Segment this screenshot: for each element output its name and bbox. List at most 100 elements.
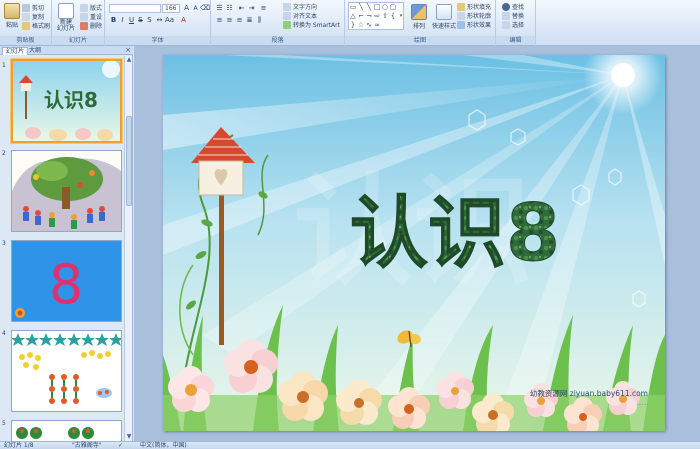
text-direction-button[interactable]: 文字方向 <box>283 2 317 11</box>
paste-label: 粘贴 <box>5 22 18 29</box>
slide-canvas[interactable]: 认识 认识8 幼教资源网 ziyuan.baby611.com ...... <box>163 55 665 431</box>
bold-button[interactable]: B <box>109 16 118 25</box>
shrink-font-button[interactable]: A <box>191 4 200 13</box>
align-left-button[interactable]: ≡ <box>215 16 224 25</box>
new-slide-button[interactable]: 新建 幻灯片 <box>55 3 77 32</box>
shape-curve-icon[interactable]: ∿ <box>365 21 373 29</box>
paste-icon <box>4 3 20 19</box>
thumb5-art <box>12 421 121 441</box>
strikethrough-button[interactable]: S <box>136 16 145 25</box>
smartart-button[interactable]: 转换为 SmartArt <box>283 20 340 29</box>
align-center-button[interactable]: ≡ <box>225 16 234 25</box>
arrange-label: 排列 <box>412 23 425 30</box>
shape-oval-icon[interactable]: ○ <box>381 3 389 11</box>
cursor-icon <box>502 20 510 29</box>
thumb-number-2: 2 <box>2 150 6 157</box>
scroll-down-icon[interactable]: ▼ <box>125 433 133 441</box>
increase-indent-button[interactable]: ⇥ <box>247 4 256 13</box>
columns-button[interactable]: ⫼ <box>255 16 264 25</box>
thumbnail-scrollbar[interactable]: ▲ ▼ <box>124 56 132 441</box>
shape-arrow-right-icon[interactable]: ⇨ <box>373 12 381 20</box>
shape-star-icon[interactable]: ☆ <box>357 21 365 29</box>
font-color-button[interactable]: A <box>179 16 188 25</box>
shape-line-icon[interactable]: ╲ <box>357 3 365 11</box>
clear-format-button[interactable]: ⌫ <box>200 4 210 13</box>
align-right-button[interactable]: ≡ <box>235 16 244 25</box>
editing-group: 查找 替换 选择 编辑 <box>496 0 536 46</box>
slide-thumbnail-5[interactable] <box>11 420 122 441</box>
copy-button[interactable]: 复制 <box>22 12 44 21</box>
slide-thumbnail-2[interactable] <box>11 150 122 232</box>
shape-outline-label: 形状轮廓 <box>467 13 492 20</box>
slide-counter: 幻灯片 1/8 <box>4 442 34 449</box>
shape-rounded-icon[interactable]: ▢ <box>389 3 397 11</box>
text-direction-label: 文字方向 <box>293 4 318 11</box>
shape-elbow-icon[interactable]: ⌐ <box>357 12 365 20</box>
shape-triangle-icon[interactable]: △ <box>349 12 357 20</box>
spellcheck-icon[interactable]: ✓ <box>118 442 123 449</box>
tab-outline[interactable]: 大纲 <box>26 47 44 55</box>
arrange-button[interactable]: 排列 <box>409 4 429 30</box>
reset-button[interactable]: 重设 <box>80 12 102 21</box>
shape-arrow-up-icon[interactable]: ⇧ <box>381 12 389 20</box>
line-spacing-button[interactable]: ≡ <box>259 4 268 13</box>
shape-rect-icon[interactable]: ▭ <box>349 3 357 11</box>
align-text-button[interactable]: 对齐文本 <box>283 11 317 20</box>
slides-group-label: 幻灯片 <box>52 36 104 45</box>
reset-icon <box>80 12 88 21</box>
find-button[interactable]: 查找 <box>502 2 524 11</box>
scroll-thumb[interactable] <box>126 116 132 206</box>
shape-brace2-icon[interactable]: } <box>349 21 357 29</box>
close-icon[interactable]: × <box>125 46 131 55</box>
paragraph-group: ☰ ☷ ⇤ ⇥ ≡ ≡ ≡ ≡ ≣ ⫼ 文字方向 对齐文本 转换为 SmartA… <box>211 0 345 46</box>
italic-button[interactable]: I <box>118 16 127 25</box>
clipboard-group-label: 剪贴板 <box>0 36 51 45</box>
theme-name: "古雅阁寺" <box>72 442 102 449</box>
find-label: 查找 <box>512 4 525 11</box>
text-direction-icon <box>283 2 291 11</box>
spacing-button[interactable]: ↔ <box>155 16 164 25</box>
shape-rect2-icon[interactable]: □ <box>373 3 381 11</box>
shadow-button[interactable]: S <box>145 16 154 25</box>
language-indicator[interactable]: 中文(简体，中国) <box>140 442 187 449</box>
justify-button[interactable]: ≣ <box>245 16 254 25</box>
shape-fill-button[interactable]: 形状填充 <box>457 2 491 11</box>
drawing-group: ▭ ╲ ╲ □ ○ ▢ △ ⌐ ¬ ⇨ ⇧ { } ☆ ∿ ≈ ▾ 排列 快速样… <box>345 0 496 46</box>
change-case-button[interactable]: Aa <box>165 16 174 25</box>
quick-styles-label: 快速样式 <box>431 23 456 30</box>
font-name-box[interactable] <box>109 4 161 13</box>
format-painter-button[interactable]: 格式刷 <box>22 21 50 30</box>
grow-font-button[interactable]: A <box>182 4 191 13</box>
thumb-number-3: 3 <box>2 240 6 247</box>
select-button[interactable]: 选择 <box>502 20 524 29</box>
layout-button[interactable]: 版式 <box>80 3 102 12</box>
quick-styles-icon <box>436 4 452 20</box>
delete-button[interactable]: 删除 <box>80 21 102 30</box>
slide-thumbnail-1[interactable]: 认识8 <box>11 59 122 143</box>
shapes-more-icon[interactable]: ▾ <box>397 12 405 20</box>
shape-line2-icon[interactable]: ╲ <box>365 3 373 11</box>
slide-thumbnail-4[interactable] <box>11 330 122 412</box>
shape-brace-icon[interactable]: { <box>389 12 397 20</box>
shapes-gallery[interactable]: ▭ ╲ ╲ □ ○ ▢ △ ⌐ ¬ ⇨ ⇧ { } ☆ ∿ ≈ ▾ <box>348 2 404 30</box>
replace-button[interactable]: 替换 <box>502 11 524 20</box>
slide-title[interactable]: 认识8 <box>349 189 560 280</box>
shape-effects-button[interactable]: 形状效果 <box>457 20 491 29</box>
quick-styles-button[interactable]: 快速样式 <box>429 4 459 30</box>
bullets-button[interactable]: ☰ <box>215 4 224 13</box>
delete-icon <box>80 21 88 30</box>
paste-button[interactable]: 粘贴 <box>3 3 21 29</box>
thumb-number-4: 4 <box>2 330 6 337</box>
numbering-button[interactable]: ☷ <box>225 4 234 13</box>
tab-slides[interactable]: 幻灯片 <box>2 47 29 55</box>
cut-button[interactable]: 剪切 <box>22 3 44 12</box>
scroll-up-icon[interactable]: ▲ <box>125 56 133 64</box>
slide-art: 认识 认识8 幼教资源网 ziyuan.baby611.com ...... <box>163 55 665 431</box>
slide-thumbnail-3[interactable]: 8 <box>11 240 122 322</box>
shape-elbow2-icon[interactable]: ¬ <box>365 12 373 20</box>
shape-wave-icon[interactable]: ≈ <box>373 21 381 29</box>
shape-outline-button[interactable]: 形状轮廓 <box>457 11 491 20</box>
font-size-box[interactable]: 166 <box>162 4 180 13</box>
decrease-indent-button[interactable]: ⇤ <box>237 4 246 13</box>
underline-button[interactable]: U <box>127 16 136 25</box>
